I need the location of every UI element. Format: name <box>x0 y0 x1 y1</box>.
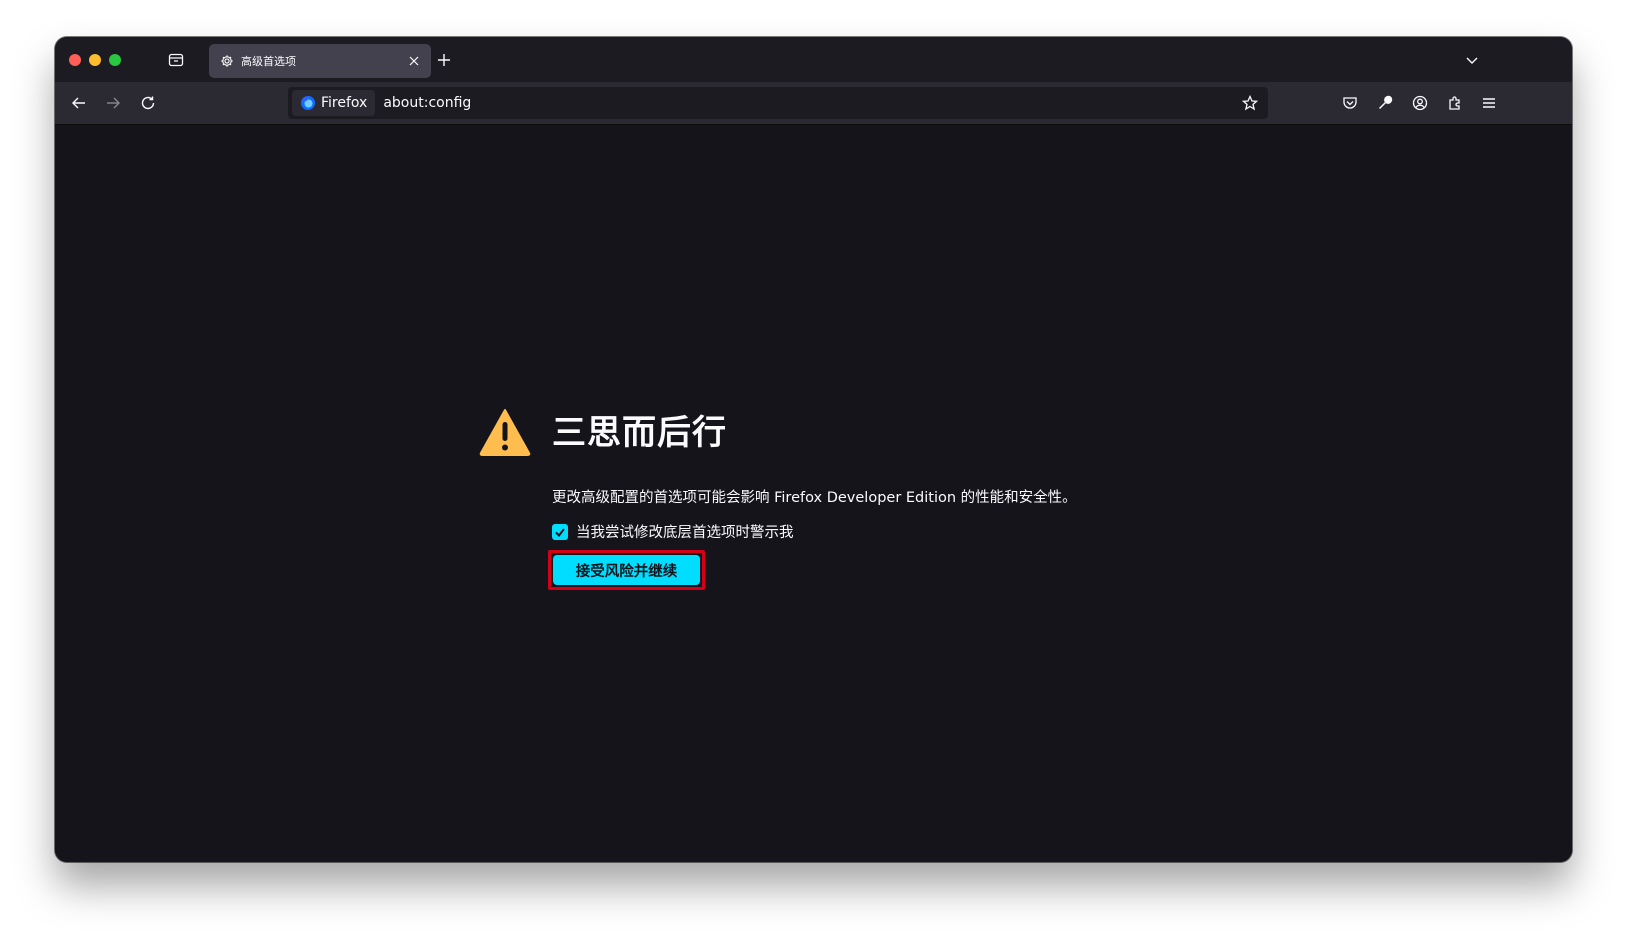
window-minimize-button[interactable] <box>89 54 101 66</box>
back-arrow-icon <box>72 97 85 109</box>
back-button[interactable] <box>67 91 91 115</box>
chevron-down-icon <box>1466 57 1478 64</box>
gear-icon <box>219 53 235 69</box>
devtools-button[interactable] <box>1373 91 1397 115</box>
puzzle-icon <box>1449 96 1460 110</box>
tab-close-button[interactable] <box>405 52 423 70</box>
close-icon <box>409 56 419 66</box>
accept-risk-button[interactable]: 接受风险并继续 <box>553 555 700 585</box>
tab-advanced-preferences[interactable]: 高级首选项 <box>209 44 431 78</box>
reload-button[interactable] <box>136 91 160 115</box>
identity-label: Firefox <box>321 95 368 111</box>
star-icon <box>1242 95 1258 111</box>
account-icon <box>1412 95 1428 111</box>
account-button[interactable] <box>1408 91 1432 115</box>
tab-strip: 高级首选项 <box>55 37 1572 82</box>
sidebar-icon <box>168 53 184 67</box>
warn-checkbox-row[interactable]: 当我尝试修改底层首选项时警示我 <box>552 521 794 542</box>
checkmark-icon <box>555 527 565 537</box>
identity-box[interactable]: Firefox <box>292 90 376 116</box>
warn-checkbox[interactable] <box>552 523 568 540</box>
warning-icon <box>479 409 531 456</box>
window-maximize-button[interactable] <box>109 54 121 66</box>
forward-arrow-icon <box>107 97 120 109</box>
warning-description: 更改高级配置的首选项可能会影响 Firefox Developer Editio… <box>552 490 1077 506</box>
plus-icon <box>438 54 450 66</box>
reload-icon <box>141 96 155 110</box>
page-title: 三思而后行 <box>552 413 727 453</box>
bookmark-button[interactable] <box>1236 89 1264 117</box>
url-bar[interactable]: Firefox about:config <box>288 87 1268 119</box>
new-tab-button[interactable] <box>433 49 455 71</box>
browser-window: 高级首选项 Firefox about:config 三思而后行 更改高级配置的… <box>55 37 1572 862</box>
pocket-icon <box>1343 97 1357 109</box>
warn-checkbox-label: 当我尝试修改底层首选项时警示我 <box>576 525 794 541</box>
menu-button[interactable] <box>1477 91 1501 115</box>
tab-title: 高级首选项 <box>241 55 296 68</box>
window-close-button[interactable] <box>69 54 81 66</box>
url-text[interactable]: about:config <box>383 95 1236 111</box>
tab-list-button[interactable] <box>1461 49 1483 71</box>
firefox-logo-icon <box>301 96 315 110</box>
page-content: 三思而后行 更改高级配置的首选项可能会影响 Firefox Developer … <box>55 125 1572 862</box>
extensions-button[interactable] <box>1443 91 1467 115</box>
hamburger-menu-icon <box>1483 98 1495 108</box>
forward-button[interactable] <box>101 91 125 115</box>
navigation-toolbar: Firefox about:config <box>55 82 1572 125</box>
pocket-button[interactable] <box>1338 91 1362 115</box>
sidebar-button[interactable] <box>165 49 187 71</box>
wrench-icon <box>1378 95 1393 110</box>
